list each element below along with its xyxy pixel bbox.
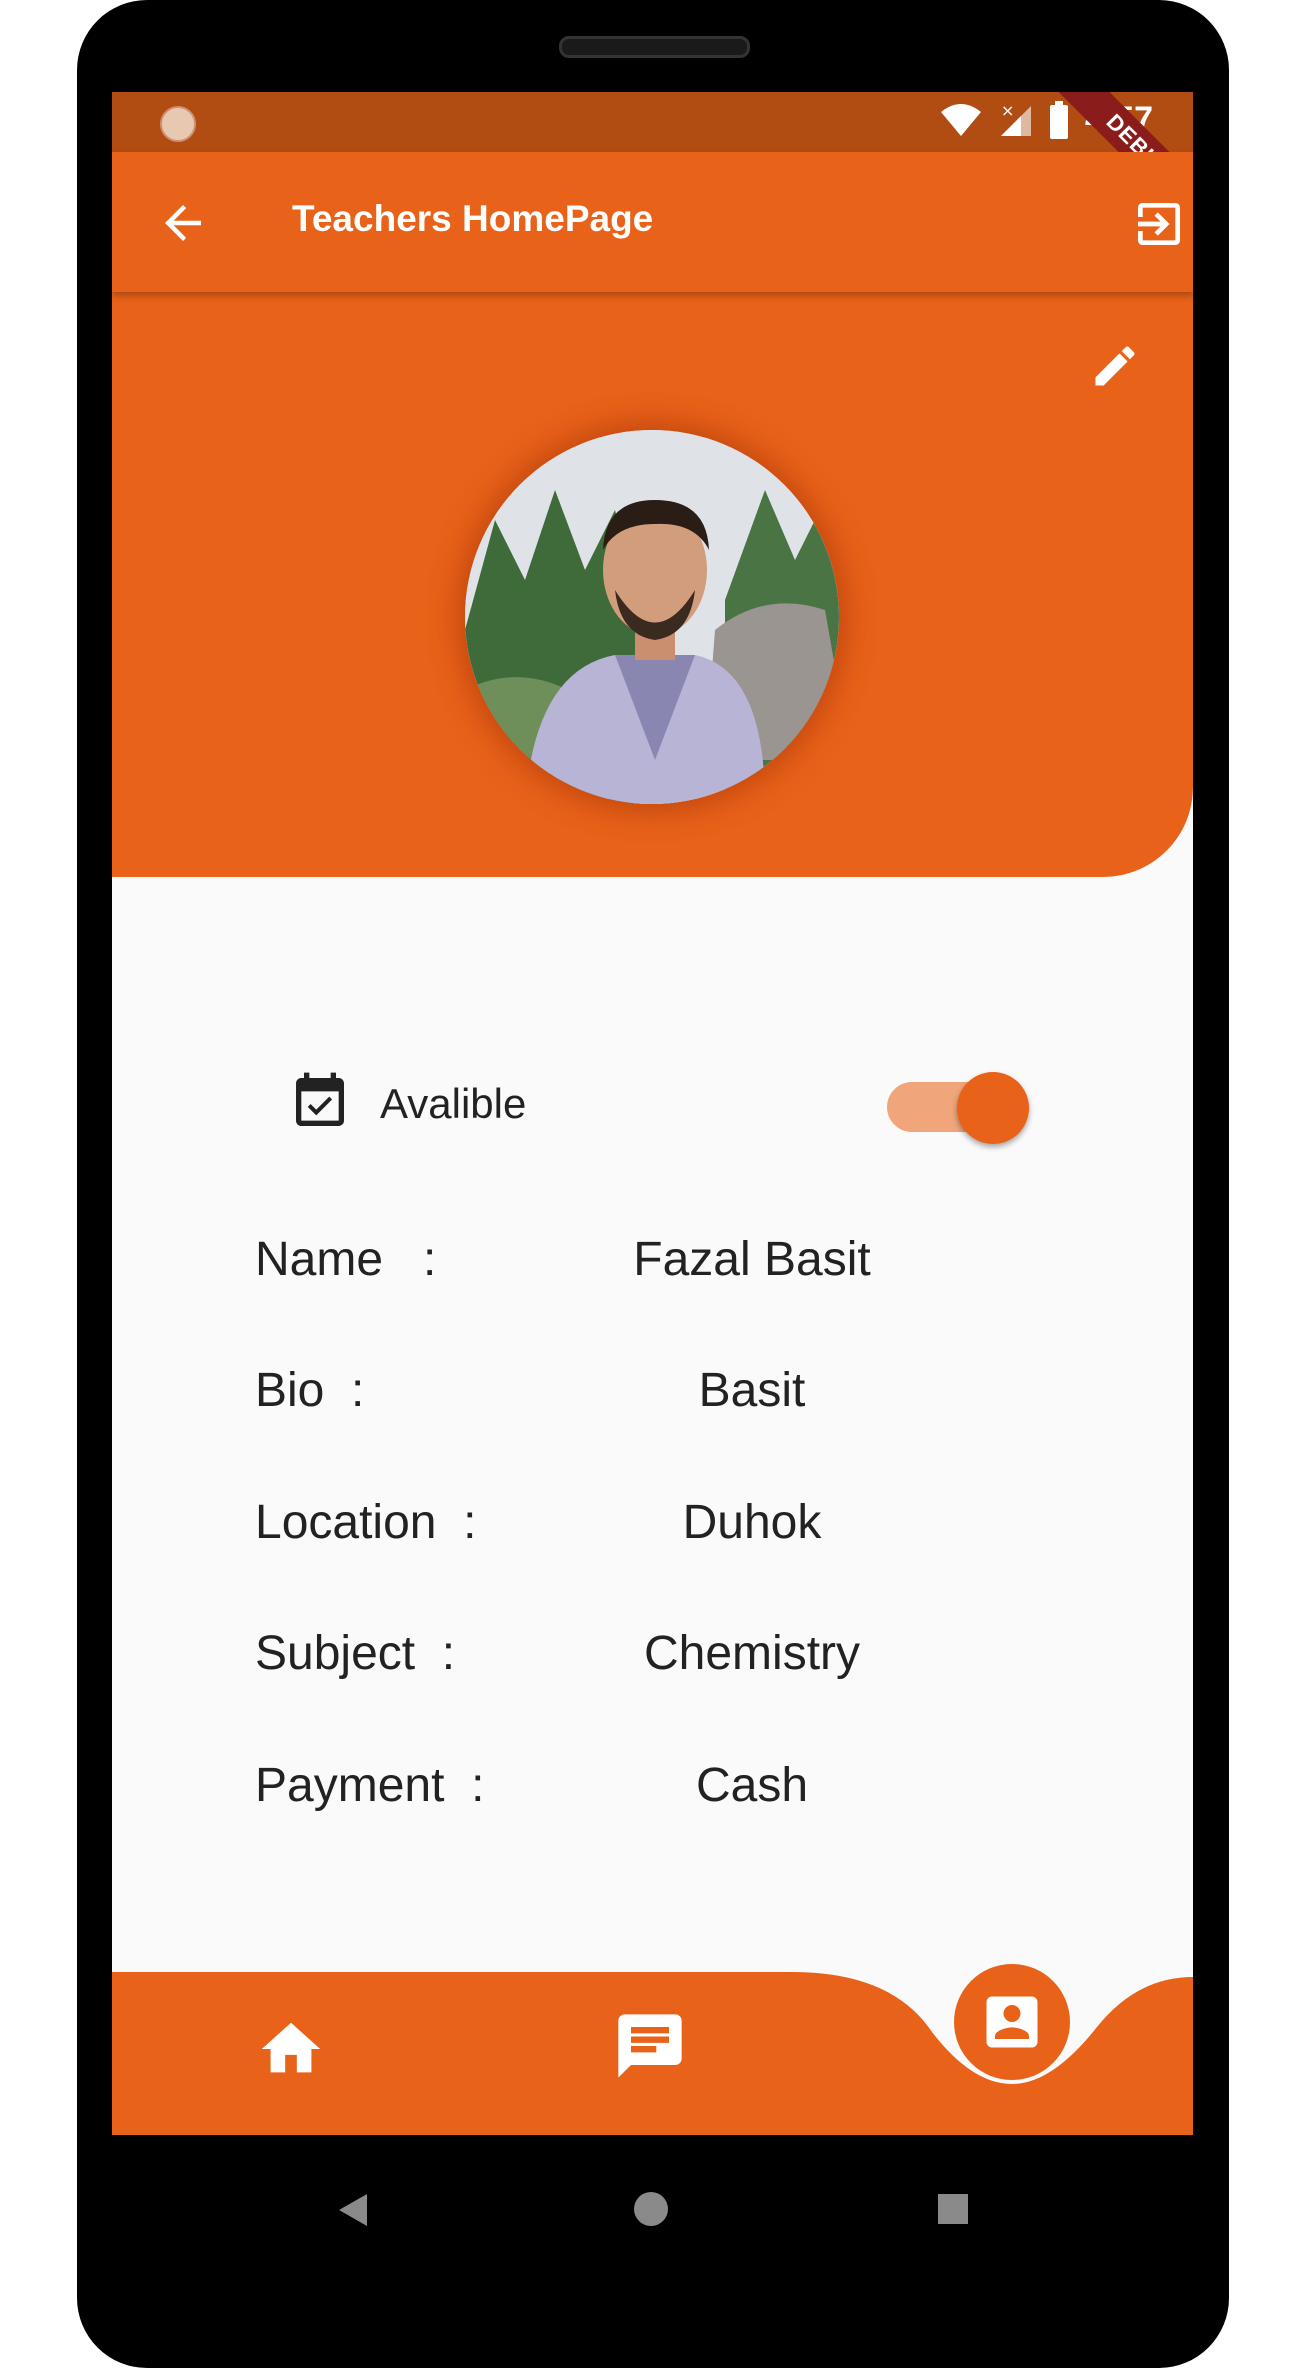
profile-header — [112, 292, 1193, 877]
page-title: Teachers HomePage — [292, 198, 654, 239]
profile-photo — [465, 430, 839, 804]
logout-icon[interactable] — [1131, 196, 1187, 252]
chat-icon[interactable] — [612, 2008, 688, 2084]
phone-speaker — [559, 36, 750, 58]
field-value: Duhok — [682, 1496, 822, 1549]
nav-back-icon[interactable] — [335, 2190, 371, 2230]
app-screen: × 4:57 DEBUG Teachers HomePage — [112, 92, 1193, 2135]
wifi-icon — [940, 103, 981, 136]
avatar[interactable] — [465, 430, 839, 804]
status-bar: × 4:57 DEBUG — [112, 92, 1193, 235]
field-label: Subject : — [255, 1627, 456, 1680]
phone-frame: × 4:57 DEBUG Teachers HomePage — [77, 0, 1229, 2368]
battery-icon — [1049, 100, 1068, 139]
notification-icon — [160, 106, 196, 142]
field-value: Chemistry — [643, 1627, 861, 1680]
calendar-check-icon — [296, 1072, 344, 1126]
profile-tab-button[interactable] — [954, 1964, 1070, 2080]
toggle-thumb — [957, 1072, 1029, 1144]
app-bar: Teachers HomePage — [112, 152, 1193, 292]
availability-label: Avalible — [380, 1080, 527, 1127]
field-label: Bio : — [255, 1364, 365, 1417]
back-arrow-icon[interactable] — [156, 196, 210, 250]
nav-home-icon[interactable] — [633, 2191, 669, 2227]
field-value: Fazal Basit — [633, 1233, 871, 1286]
field-label: Name : — [255, 1233, 437, 1286]
availability-toggle[interactable] — [887, 1072, 1029, 1144]
field-value: Cash — [695, 1759, 809, 1812]
field-label: Payment : — [255, 1759, 485, 1812]
nav-recents-icon[interactable] — [937, 2193, 969, 2225]
edit-pencil-icon[interactable] — [1089, 340, 1141, 392]
cell-signal-icon: × — [1000, 102, 1031, 136]
field-label: Location : — [255, 1496, 477, 1549]
system-nav-bar — [77, 2135, 1229, 2368]
profile-icon — [986, 1996, 1038, 2048]
svg-text:×: × — [1001, 102, 1014, 120]
home-icon[interactable] — [256, 2014, 326, 2084]
field-value: Basit — [698, 1364, 806, 1417]
